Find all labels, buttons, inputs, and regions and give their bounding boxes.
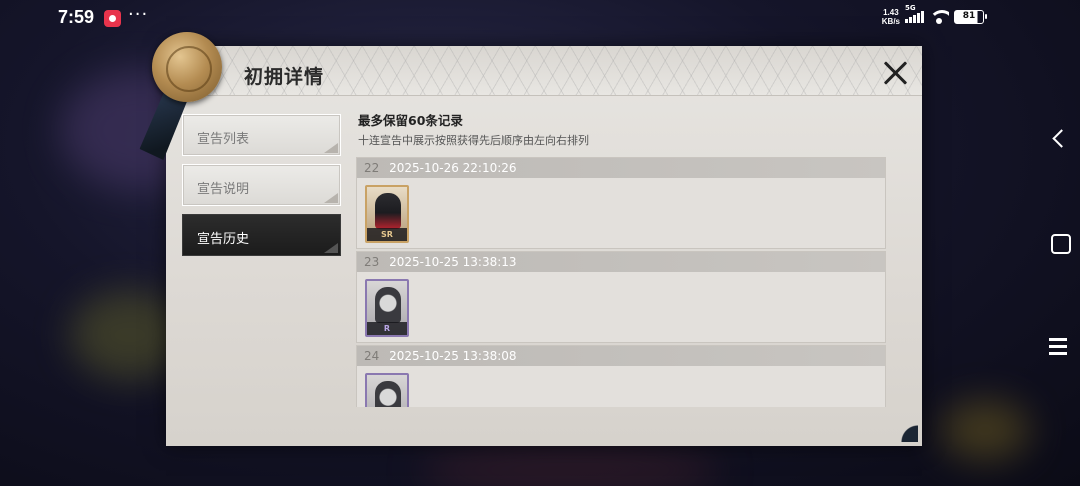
character-card[interactable]: R — [365, 279, 409, 337]
detail-dialog: 初拥详情 宣告列表 宣告说明 宣告历史 最多保留60条记录 十连宣告中展示按照获… — [166, 32, 922, 446]
record-number: 24 — [364, 349, 380, 363]
tab-announcement-info[interactable]: 宣告说明 — [182, 164, 341, 206]
record-number: 22 — [364, 161, 380, 175]
dialog-title: 初拥详情 — [244, 66, 325, 88]
network-type: 5G — [905, 4, 916, 12]
corner-decoration — [890, 414, 918, 442]
record-header: 24 2025-10-25 13:38:08 — [357, 346, 885, 366]
status-right: 1.43 KB/s 5G 81 — [882, 4, 987, 26]
wifi-icon — [929, 10, 949, 24]
record-item: 24 2025-10-25 13:38:08 — [356, 345, 886, 407]
menu-icon[interactable] — [1044, 332, 1074, 362]
app-notification-icon — [104, 10, 121, 27]
rarity-badge: R — [367, 322, 407, 335]
character-portrait — [375, 287, 401, 323]
tab-announcement-history[interactable]: 宣告历史 — [182, 214, 341, 256]
record-item: 23 2025-10-25 13:38:13 R — [356, 251, 886, 343]
tab-announcement-list[interactable]: 宣告列表 — [182, 114, 341, 156]
record-item: 22 2025-10-26 22:10:26 SR — [356, 157, 886, 249]
net-speed: 1.43 KB/s — [882, 8, 900, 26]
back-icon[interactable] — [1044, 124, 1074, 154]
record-list[interactable]: 22 2025-10-26 22:10:26 SR 23 2025-10-25 … — [356, 157, 886, 407]
record-header: 23 2025-10-25 13:38:13 — [357, 252, 885, 272]
content-subtitle: 十连宣告中展示按照获得先后顺序由左向右排列 — [358, 134, 589, 147]
signal-icon: 5G — [905, 4, 924, 23]
record-datetime: 2025-10-26 22:10:26 — [389, 161, 517, 175]
record-datetime: 2025-10-25 13:38:13 — [389, 255, 517, 269]
status-time: 7:59 — [58, 7, 95, 27]
character-portrait — [375, 193, 401, 229]
content-title: 最多保留60条记录 — [358, 113, 463, 128]
net-speed-value: 1.43 — [883, 8, 899, 17]
home-icon[interactable] — [1044, 228, 1074, 258]
battery-icon: 81 — [954, 10, 987, 24]
character-portrait — [375, 381, 401, 407]
seal-icon — [152, 32, 222, 102]
character-card[interactable]: SR — [365, 185, 409, 243]
character-card[interactable] — [365, 373, 409, 407]
record-header: 22 2025-10-26 22:10:26 — [357, 158, 885, 178]
more-notifications-icon: ··· — [128, 4, 149, 25]
background-blur — [940, 400, 1030, 460]
status-bar: 7:59 ··· 1.43 KB/s 5G 81 — [0, 0, 1080, 36]
close-icon[interactable] — [882, 60, 908, 86]
rarity-badge: SR — [367, 228, 407, 241]
record-number: 23 — [364, 255, 380, 269]
net-speed-unit: KB/s — [881, 17, 900, 26]
background-blur — [420, 440, 720, 486]
record-datetime: 2025-10-25 13:38:08 — [389, 349, 517, 363]
